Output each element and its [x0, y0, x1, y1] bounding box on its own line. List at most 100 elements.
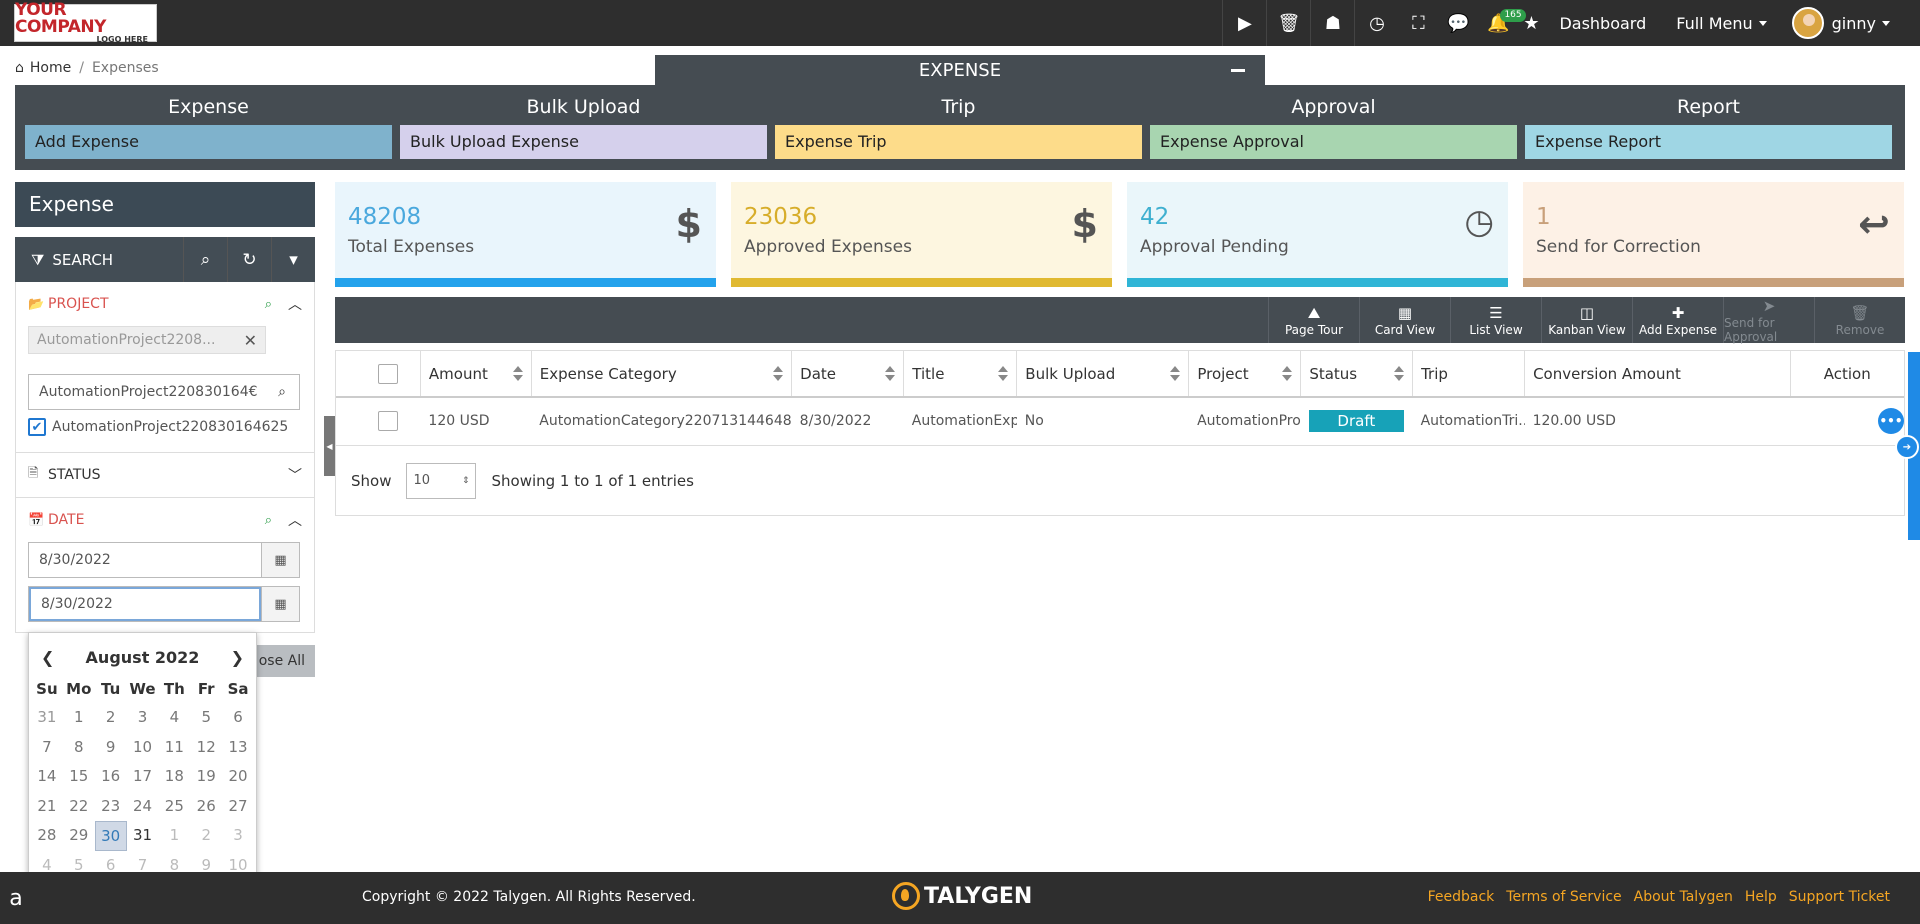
stat-card-approved-expenses[interactable]: 23036 Approved Expenses $	[731, 182, 1112, 287]
more-actions-icon[interactable]: •••	[1878, 408, 1904, 435]
toolbar-page-tour-button[interactable]: ⛰ Page Tour	[1268, 297, 1359, 343]
calendar-day[interactable]: 7	[31, 733, 63, 763]
search-toggle[interactable]: ⧩ SEARCH	[15, 237, 183, 282]
bell-icon[interactable]: 🔔 165	[1478, 0, 1526, 46]
avatar[interactable]	[1791, 7, 1824, 39]
table-row[interactable]: 120 USD AutomationCategory220713144648 8…	[336, 397, 1904, 446]
cell-title[interactable]: AutomationExp	[903, 397, 1017, 446]
datepicker-month[interactable]: August 2022	[86, 648, 200, 667]
toolbar-send-for-approval-button[interactable]: ➤ Send for Approval	[1723, 297, 1814, 344]
chevron-down-icon[interactable]: ﹀	[288, 465, 302, 485]
calendar-day[interactable]: 20	[222, 762, 254, 792]
caret-down-icon[interactable]: ▾	[271, 237, 315, 282]
calendar-day[interactable]: 31	[127, 821, 159, 851]
toolbar-list-view-button[interactable]: ☰ List View	[1450, 297, 1541, 343]
chat-icon[interactable]: 💬	[1438, 0, 1478, 46]
fullscreen-icon[interactable]: ⛶	[1398, 0, 1438, 46]
stat-card-send-for-correction[interactable]: 1 Send for Correction ↩	[1523, 182, 1904, 287]
search-icon[interactable]: ⌕	[265, 384, 299, 400]
calendar-day[interactable]: 11	[158, 733, 190, 763]
expense-approval-link[interactable]: Expense Approval	[1150, 125, 1517, 159]
search-icon[interactable]: ⌕	[265, 513, 272, 528]
calendar-day[interactable]: 26	[190, 792, 222, 822]
column-header-title[interactable]: Title	[903, 351, 1018, 398]
amazon-a-icon[interactable]: a	[0, 872, 32, 924]
column-header-amount[interactable]: Amount	[420, 351, 532, 398]
chevron-up-icon[interactable]: ︿	[288, 510, 302, 530]
calendar-day[interactable]: 21	[31, 792, 63, 822]
calendar-day[interactable]: 8	[63, 733, 95, 763]
page-size-select[interactable]: 10 ⇕	[406, 462, 477, 499]
calendar-day[interactable]: 15	[63, 762, 95, 792]
calendar-day[interactable]: 25	[158, 792, 190, 822]
calendar-day[interactable]: 27	[222, 792, 254, 822]
calendar-day[interactable]: 19	[190, 762, 222, 792]
column-header-conversion[interactable]: Conversion Amount	[1524, 351, 1791, 398]
breadcrumb-home[interactable]: Home	[30, 60, 71, 76]
calendar-day[interactable]: 5	[190, 703, 222, 733]
calendar-day[interactable]: 18	[158, 762, 190, 792]
sort-icon[interactable]	[1170, 366, 1181, 382]
calendar-day[interactable]: 23	[95, 792, 127, 822]
sort-icon[interactable]	[885, 366, 896, 382]
toolbar-remove-button[interactable]: 🗑 Remove	[1814, 297, 1905, 343]
chevron-left-icon[interactable]: ❮	[41, 648, 54, 667]
sort-icon[interactable]	[998, 366, 1009, 382]
calendar-day[interactable]: 13	[222, 733, 254, 763]
toolbar-kanban-view-button[interactable]: ◫ Kanban View	[1541, 297, 1632, 343]
calendar-day[interactable]: 29	[63, 821, 95, 851]
calendar-day[interactable]: 3	[127, 703, 159, 733]
footer-link-help[interactable]: Help	[1745, 889, 1777, 905]
calendar-day[interactable]: 16	[95, 762, 127, 792]
people-icon[interactable]: ☗	[1310, 0, 1354, 46]
calendar-day[interactable]: 12	[190, 733, 222, 763]
project-search-input[interactable]: AutomationProject220830164€ ⌕	[28, 374, 300, 410]
stat-card-total-expenses[interactable]: 48208 Total Expenses $	[335, 182, 716, 287]
footer-link-support[interactable]: Support Ticket	[1789, 889, 1890, 905]
stat-card-approval-pending[interactable]: 42 Approval Pending ◷	[1127, 182, 1508, 287]
column-header-project[interactable]: Project	[1188, 351, 1302, 398]
calendar-day[interactable]: 14	[31, 762, 63, 792]
calendar-day[interactable]: 22	[63, 792, 95, 822]
project-option[interactable]: ✔ AutomationProject220830164625	[28, 418, 302, 436]
calendar-day[interactable]: 31	[31, 703, 63, 733]
date-filter-title[interactable]: DATE	[48, 512, 265, 528]
date-from-input[interactable]: 8/30/2022 ▦	[28, 542, 300, 578]
play-icon[interactable]: ▶	[1222, 0, 1266, 46]
calendar-day[interactable]: 2	[95, 703, 127, 733]
arrow-left-icon[interactable]: ➔	[1895, 435, 1919, 459]
select-all-checkbox[interactable]	[378, 363, 398, 384]
star-icon[interactable]: ★	[1518, 0, 1544, 46]
bulk-upload-link[interactable]: Bulk Upload Expense	[400, 125, 767, 159]
calendar-day[interactable]: 1	[158, 821, 190, 851]
calendar-day[interactable]: 6	[222, 703, 254, 733]
calendar-day[interactable]: 30	[94, 821, 127, 851]
column-header-bulk-upload[interactable]: Bulk Upload	[1016, 351, 1190, 398]
search-icon[interactable]: ⌕	[265, 297, 272, 312]
toolbar-card-view-button[interactable]: ▦ Card View	[1359, 297, 1450, 343]
user-menu[interactable]: ginny	[1832, 0, 1920, 46]
clock-icon[interactable]: ◷	[1354, 0, 1398, 46]
dashboard-link[interactable]: Dashboard	[1544, 0, 1661, 46]
close-icon[interactable]: ✕	[244, 331, 257, 350]
sort-icon[interactable]	[773, 366, 784, 382]
calendar-day[interactable]: 28	[31, 821, 63, 851]
footer-link-about[interactable]: About Talygen	[1634, 889, 1733, 905]
company-logo[interactable]: YOUR COMPANY LOGO HERE	[14, 2, 157, 44]
calendar-day[interactable]: 3	[222, 821, 254, 851]
trash-icon[interactable]: 🗑	[1266, 0, 1310, 46]
column-header-status[interactable]: Status	[1300, 351, 1414, 398]
column-header-date[interactable]: Date	[791, 351, 905, 398]
sort-icon[interactable]	[1394, 366, 1405, 382]
footer-link-terms[interactable]: Terms of Service	[1506, 889, 1621, 905]
calendar-day[interactable]: 10	[127, 733, 159, 763]
calendar-icon[interactable]: ▦	[261, 587, 299, 621]
calendar-day[interactable]: 9	[95, 733, 127, 763]
sort-icon[interactable]	[512, 366, 523, 382]
calendar-day[interactable]: 1	[63, 703, 95, 733]
chevron-up-icon[interactable]: ︿	[288, 294, 302, 314]
project-filter-title[interactable]: PROJECT	[48, 296, 265, 312]
search-icon[interactable]: ⌕	[183, 237, 227, 282]
date-to-input[interactable]: 8/30/2022 ▦	[28, 586, 300, 622]
add-expense-link[interactable]: Add Expense	[25, 125, 392, 159]
